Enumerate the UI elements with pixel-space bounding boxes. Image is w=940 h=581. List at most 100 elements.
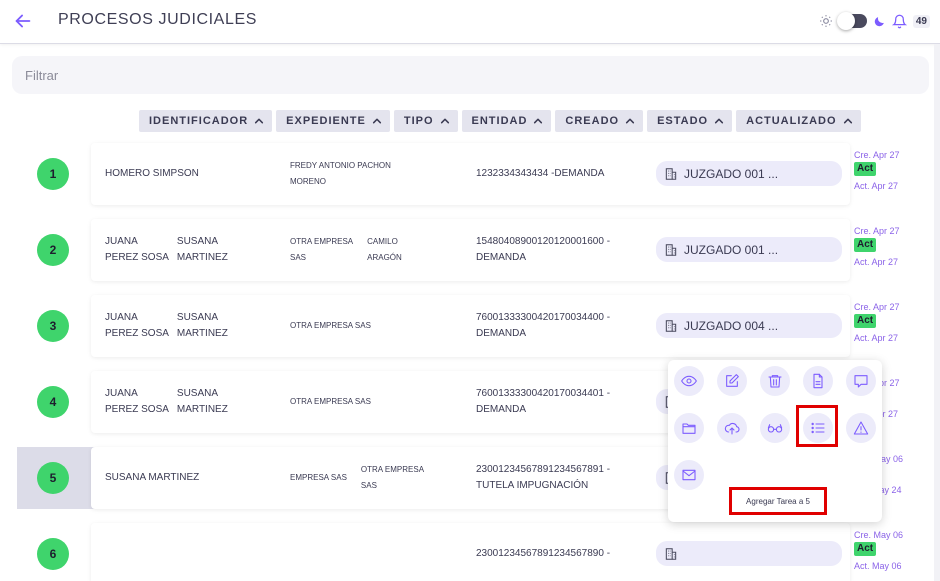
sun-icon (820, 15, 832, 27)
sort-expediente-button[interactable]: EXPEDIENTE (276, 110, 390, 132)
header-controls: 49 (819, 10, 930, 32)
sort-actualizado-button[interactable]: ACTUALIZADO (736, 110, 861, 132)
sort-estado-button[interactable]: ESTADO (647, 110, 733, 132)
name-column: SUSANA MARTINEZ (177, 386, 228, 418)
table-row[interactable]: 23001234567891234567890 - (91, 523, 850, 581)
exp-line: SAS (290, 253, 307, 262)
comment-button[interactable] (846, 366, 876, 396)
exp-line: MORENO (290, 177, 326, 186)
row-number-badge[interactable]: 5 (37, 462, 69, 494)
id-line: 1232334343434 -DEMANDA (476, 168, 605, 179)
name-line: SUSANA MARTINEZ (105, 472, 200, 483)
sort-creado-button[interactable]: CREADO (555, 110, 644, 132)
status-badge: Act (854, 314, 877, 328)
folder-button[interactable] (674, 413, 704, 443)
sort-label: TIPO (403, 115, 434, 127)
scrollbar[interactable] (934, 44, 940, 581)
court-chip[interactable]: JUZGADO 004 ... (656, 313, 842, 338)
row-names: SUSANA MARTINEZ (105, 447, 199, 509)
updated-date: Act. Apr 27 (854, 181, 899, 191)
id-line: DEMANDA (476, 404, 527, 415)
row-identifier: 76001333300420170034400 - DEMANDA (476, 295, 610, 357)
name-line: JUANA (105, 312, 138, 323)
id-line: 76001333300420170034401 - (476, 388, 611, 399)
glasses-icon (767, 424, 783, 433)
name-line: MARTINEZ (176, 252, 228, 263)
exp-column: OTRA EMPRESA SAS (361, 462, 424, 494)
moon-icon (874, 16, 884, 26)
exp-line: OTRA EMPRESA (290, 237, 354, 246)
mail-button[interactable] (674, 460, 704, 490)
sort-label: IDENTIFICADOR (149, 115, 249, 127)
edit-button[interactable] (717, 366, 747, 396)
id-line: 15480408900120120001600 - (476, 236, 611, 247)
sort-tipo-button[interactable]: TIPO (393, 110, 458, 132)
building-icon (665, 167, 677, 180)
name-column: SUSANA MARTINEZ (177, 234, 228, 266)
table-row[interactable]: HOMERO SIMPSON FREDY ANTONIO PACHON MORENO… (91, 143, 850, 205)
created-date: Cre. Apr 27 (854, 226, 900, 236)
id-line: 76001333300420170034400 - (476, 312, 611, 323)
warning-button[interactable] (846, 413, 876, 443)
status-badge: Act (854, 238, 877, 252)
notification-count: 49 (912, 14, 930, 28)
glasses-button[interactable] (760, 413, 790, 443)
exp-column: EMPRESA SAS (290, 470, 347, 486)
name-line: JUANA (105, 388, 138, 399)
bell-icon[interactable] (891, 14, 907, 29)
table-row[interactable]: JUANA PEREZ SOSA SUSANA MARTINEZ OTRA EMPRES… (91, 219, 850, 281)
row-number: 4 (49, 395, 57, 409)
row-number-badge[interactable]: 2 (37, 234, 69, 266)
sort-label: ESTADO (657, 115, 709, 127)
sort-label: ENTIDAD (471, 115, 528, 127)
trash-button[interactable] (760, 366, 790, 396)
sort-entidad-button[interactable]: ENTIDAD (461, 110, 552, 132)
document-button[interactable] (803, 366, 833, 396)
name-line: JUANA (105, 236, 138, 247)
sort-label: ACTUALIZADO (746, 115, 837, 127)
row-names: JUANA PEREZ SOSA SUSANA MARTINEZ (105, 371, 228, 433)
court-name: JUZGADO 001 ... (684, 242, 779, 257)
sort-identificador-button[interactable]: IDENTIFICADOR (139, 110, 273, 132)
exp-line: OTRA EMPRESA (360, 465, 425, 474)
row-expediente: OTRA EMPRESA SAS (290, 295, 371, 357)
name-column: JUANA PEREZ SOSA (105, 386, 169, 418)
name-column: SUSANA MARTINEZ (105, 470, 199, 486)
status-badge: Act (854, 542, 877, 556)
top-header: PROCESOS JUDICIALES 49 (0, 0, 940, 44)
status-badge: Act (854, 162, 877, 176)
toggle-knob (836, 12, 855, 30)
eye-button[interactable] (674, 366, 704, 396)
id-line: 23001234567891234567890 - (476, 548, 611, 559)
row-names: JUANA PEREZ SOSA SUSANA MARTINEZ (105, 219, 228, 281)
sort-label: CREADO (565, 115, 620, 127)
court-chip[interactable]: JUZGADO 001 ... (656, 161, 842, 186)
row-number-badge[interactable]: 4 (37, 386, 69, 418)
created-date: Cre. May 06 (854, 530, 904, 540)
filter-input[interactable] (12, 56, 929, 94)
table-row[interactable]: JUANA PEREZ SOSA SUSANA MARTINEZ OTRA EMPRES… (91, 295, 850, 357)
theme-toggle[interactable] (836, 12, 867, 30)
name-column: HOMERO SIMPSON (105, 166, 199, 182)
cloud-upload-icon (724, 423, 740, 435)
chevron-up-icon (843, 118, 852, 124)
created-date: Cre. Apr 27 (854, 302, 900, 312)
id-line: DEMANDA (476, 328, 527, 339)
back-arrow-icon[interactable] (12, 10, 34, 32)
row-number-badge[interactable]: 3 (37, 310, 69, 342)
exp-column: OTRA EMPRESA SAS (290, 318, 371, 334)
sort-bar: IDENTIFICADOR EXPEDIENTE TIPO ENTIDAD CREADO… (139, 110, 861, 132)
exp-line: OTRA EMPRESA SAS (290, 397, 371, 406)
court-name: JUZGADO 004 ... (684, 318, 779, 333)
court-chip[interactable] (656, 541, 842, 566)
chevron-up-icon (534, 118, 543, 124)
cloud-upload-button[interactable] (717, 413, 747, 443)
id-line: 23001234567891234567891 - (476, 464, 611, 475)
row-number-badge[interactable]: 6 (37, 538, 69, 570)
building-icon (665, 547, 677, 560)
court-chip[interactable]: JUZGADO 001 ... (656, 237, 842, 262)
chevron-up-icon (715, 118, 724, 124)
row-number-badge[interactable]: 1 (37, 158, 69, 190)
row-number: 6 (49, 547, 57, 561)
name-column: JUANA PEREZ SOSA (105, 310, 169, 342)
